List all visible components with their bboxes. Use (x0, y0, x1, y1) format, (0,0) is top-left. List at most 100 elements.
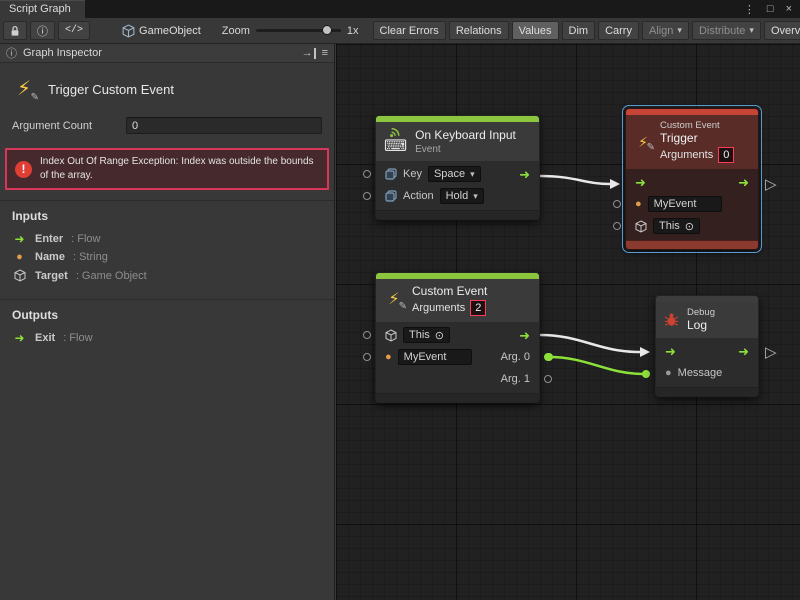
arg0-label: Arg. 0 (501, 351, 530, 363)
value-port[interactable] (613, 222, 621, 230)
action-label: Action (403, 190, 434, 202)
tab-script-graph[interactable]: Script Graph (0, 0, 85, 18)
relations-button[interactable]: Relations (449, 21, 509, 40)
flow-in-port[interactable]: ➜ (635, 176, 646, 189)
flow-out-port[interactable]: ➜ (519, 168, 530, 181)
error-icon: ! (15, 161, 32, 178)
node-header: ⌨ On Keyboard Input Event (376, 122, 539, 161)
arg0-out-port[interactable] (544, 353, 552, 361)
value-port[interactable] (363, 353, 371, 361)
flow-in-port[interactable]: ➜ (665, 345, 676, 358)
overview-button[interactable]: Overv (764, 21, 800, 40)
target-dropdown[interactable]: This ⊙ (653, 218, 700, 234)
pin-row-target: Target : Game Object (0, 266, 334, 285)
value-port[interactable] (363, 170, 371, 178)
argument-count-label: Argument Count (12, 120, 126, 132)
zoom-label: Zoom (222, 25, 250, 37)
zoom-slider[interactable] (256, 29, 341, 32)
gameobject-cube-icon (122, 24, 135, 38)
action-dropdown[interactable]: Hold ▾ (440, 188, 484, 204)
dim-button[interactable]: Dim (562, 21, 596, 40)
lock-button[interactable] (3, 21, 27, 40)
code-view-button[interactable]: </> (58, 21, 90, 40)
action-row: Action Hold ▾ (376, 185, 539, 207)
node-title: Log (687, 318, 715, 332)
wire-arrowhead (640, 347, 650, 357)
info-icon: ⓘ (6, 45, 17, 61)
zoom-value: 1x (347, 25, 359, 37)
event-name-input[interactable] (398, 349, 472, 365)
align-button[interactable]: Align ▾ (642, 21, 689, 40)
dock-panel-icon[interactable]: → (302, 48, 316, 59)
flow-out-port[interactable]: ➜ (738, 176, 749, 189)
target-dropdown[interactable]: This ⊙ (403, 327, 450, 343)
flow-out-port[interactable]: ➜ (519, 329, 530, 342)
target-picker-icon: ⊙ (685, 220, 694, 233)
flow-out-port[interactable]: ➜ (738, 345, 749, 358)
node-subtitle: Arguments (412, 302, 465, 314)
arg1-label: Arg. 1 (501, 373, 530, 385)
carry-button[interactable]: Carry (598, 21, 639, 40)
distribute-button[interactable]: Distribute ▾ (692, 21, 761, 40)
message-label: Message (678, 367, 723, 379)
key-dropdown[interactable]: Space ▾ (428, 166, 481, 182)
arg1-row: Arg. 1 (376, 368, 539, 390)
lock-icon (10, 25, 20, 37)
node-on-keyboard-input[interactable]: ⌨ On Keyboard Input Event Key Space ▾ ➜ (375, 115, 540, 220)
event-name-input[interactable] (648, 196, 722, 212)
unit-title-block: ⚡ ✎ Trigger Custom Event (0, 63, 334, 113)
graph-canvas[interactable]: ⌨ On Keyboard Input Event Key Space ▾ ➜ (336, 44, 800, 600)
node-debug-log[interactable]: Debug Log ➜ ➜ ● Message (655, 295, 759, 397)
gameobject-label: GameObject (139, 25, 201, 37)
gameobject-cube-icon (385, 329, 397, 342)
values-button[interactable]: Values (512, 21, 559, 40)
gameobject-context[interactable]: GameObject (115, 21, 208, 40)
zoom-slider-knob[interactable] (322, 25, 332, 35)
node-footer (376, 393, 539, 402)
flow-arrow-icon: ➜ (12, 233, 27, 245)
argument-count-input[interactable] (126, 117, 322, 134)
pane-menu-icon[interactable]: ≡ (322, 47, 328, 59)
string-dot-icon: ● (12, 252, 27, 263)
value-port[interactable] (363, 192, 371, 200)
node-footer (656, 387, 758, 396)
arguments-count-badge: 2 (470, 300, 486, 316)
zoom-control: Zoom 1x (222, 25, 359, 37)
info-icon: ⓘ (37, 23, 48, 39)
graph-inspector-panel: ⓘ Graph Inspector → ≡ ⚡ ✎ Trigger Custom… (0, 44, 335, 600)
flow-row: ➜ ➜ (656, 340, 758, 362)
event-signal-icon (389, 127, 403, 138)
error-text: Index Out Of Range Exception: Index was … (40, 155, 319, 183)
node-trigger-custom-event[interactable]: ⚡ ✎ Custom Event Trigger Arguments 0 ➜ ➜… (625, 108, 759, 250)
play-triangle-icon: ▷ (765, 345, 777, 360)
bug-icon (664, 312, 679, 327)
key-label: Key (403, 168, 422, 180)
window-close-icon[interactable]: × (786, 3, 792, 15)
custom-event-icon: ⚡ ✎ (12, 77, 36, 101)
outputs-section: Outputs ➜ Exit : Flow (0, 299, 334, 355)
key-row: Key Space ▾ ➜ (376, 163, 539, 185)
graph-toolbar: ⓘ </> GameObject Zoom 1x Clear Errors Re… (0, 18, 800, 44)
pin-row-exit: ➜ Exit : Flow (0, 329, 334, 347)
node-header: Debug Log (656, 302, 758, 338)
info-button[interactable]: ⓘ (30, 21, 55, 40)
wire-arrowhead (610, 179, 620, 189)
custom-event-icon: ⚡ ✎ (384, 290, 404, 310)
value-dot-icon: ● (665, 368, 672, 379)
chevron-down-icon: ▾ (677, 25, 682, 36)
node-header: ⚡ ✎ Custom Event Trigger Arguments 0 (626, 115, 758, 169)
window-menu-icon[interactable]: ⋮ (744, 3, 755, 16)
keyboard-icon: ⌨ (384, 139, 407, 155)
clear-errors-button[interactable]: Clear Errors (373, 21, 446, 40)
argument-count-row: Argument Count (0, 113, 334, 140)
value-port[interactable] (613, 200, 621, 208)
node-custom-event-arguments[interactable]: ⚡ ✎ Custom Event Arguments 2 This ⊙ ➜ (375, 272, 540, 403)
arg1-out-port[interactable] (544, 375, 552, 383)
message-row: ● Message (656, 362, 758, 384)
pencil-icon: ✎ (647, 142, 655, 153)
node-category: Debug (687, 307, 715, 318)
target-row: This ⊙ (626, 215, 758, 237)
node-header: ⚡ ✎ Custom Event Arguments 2 (376, 279, 539, 322)
value-port[interactable] (363, 331, 371, 339)
window-maximize-icon[interactable]: □ (767, 3, 774, 15)
